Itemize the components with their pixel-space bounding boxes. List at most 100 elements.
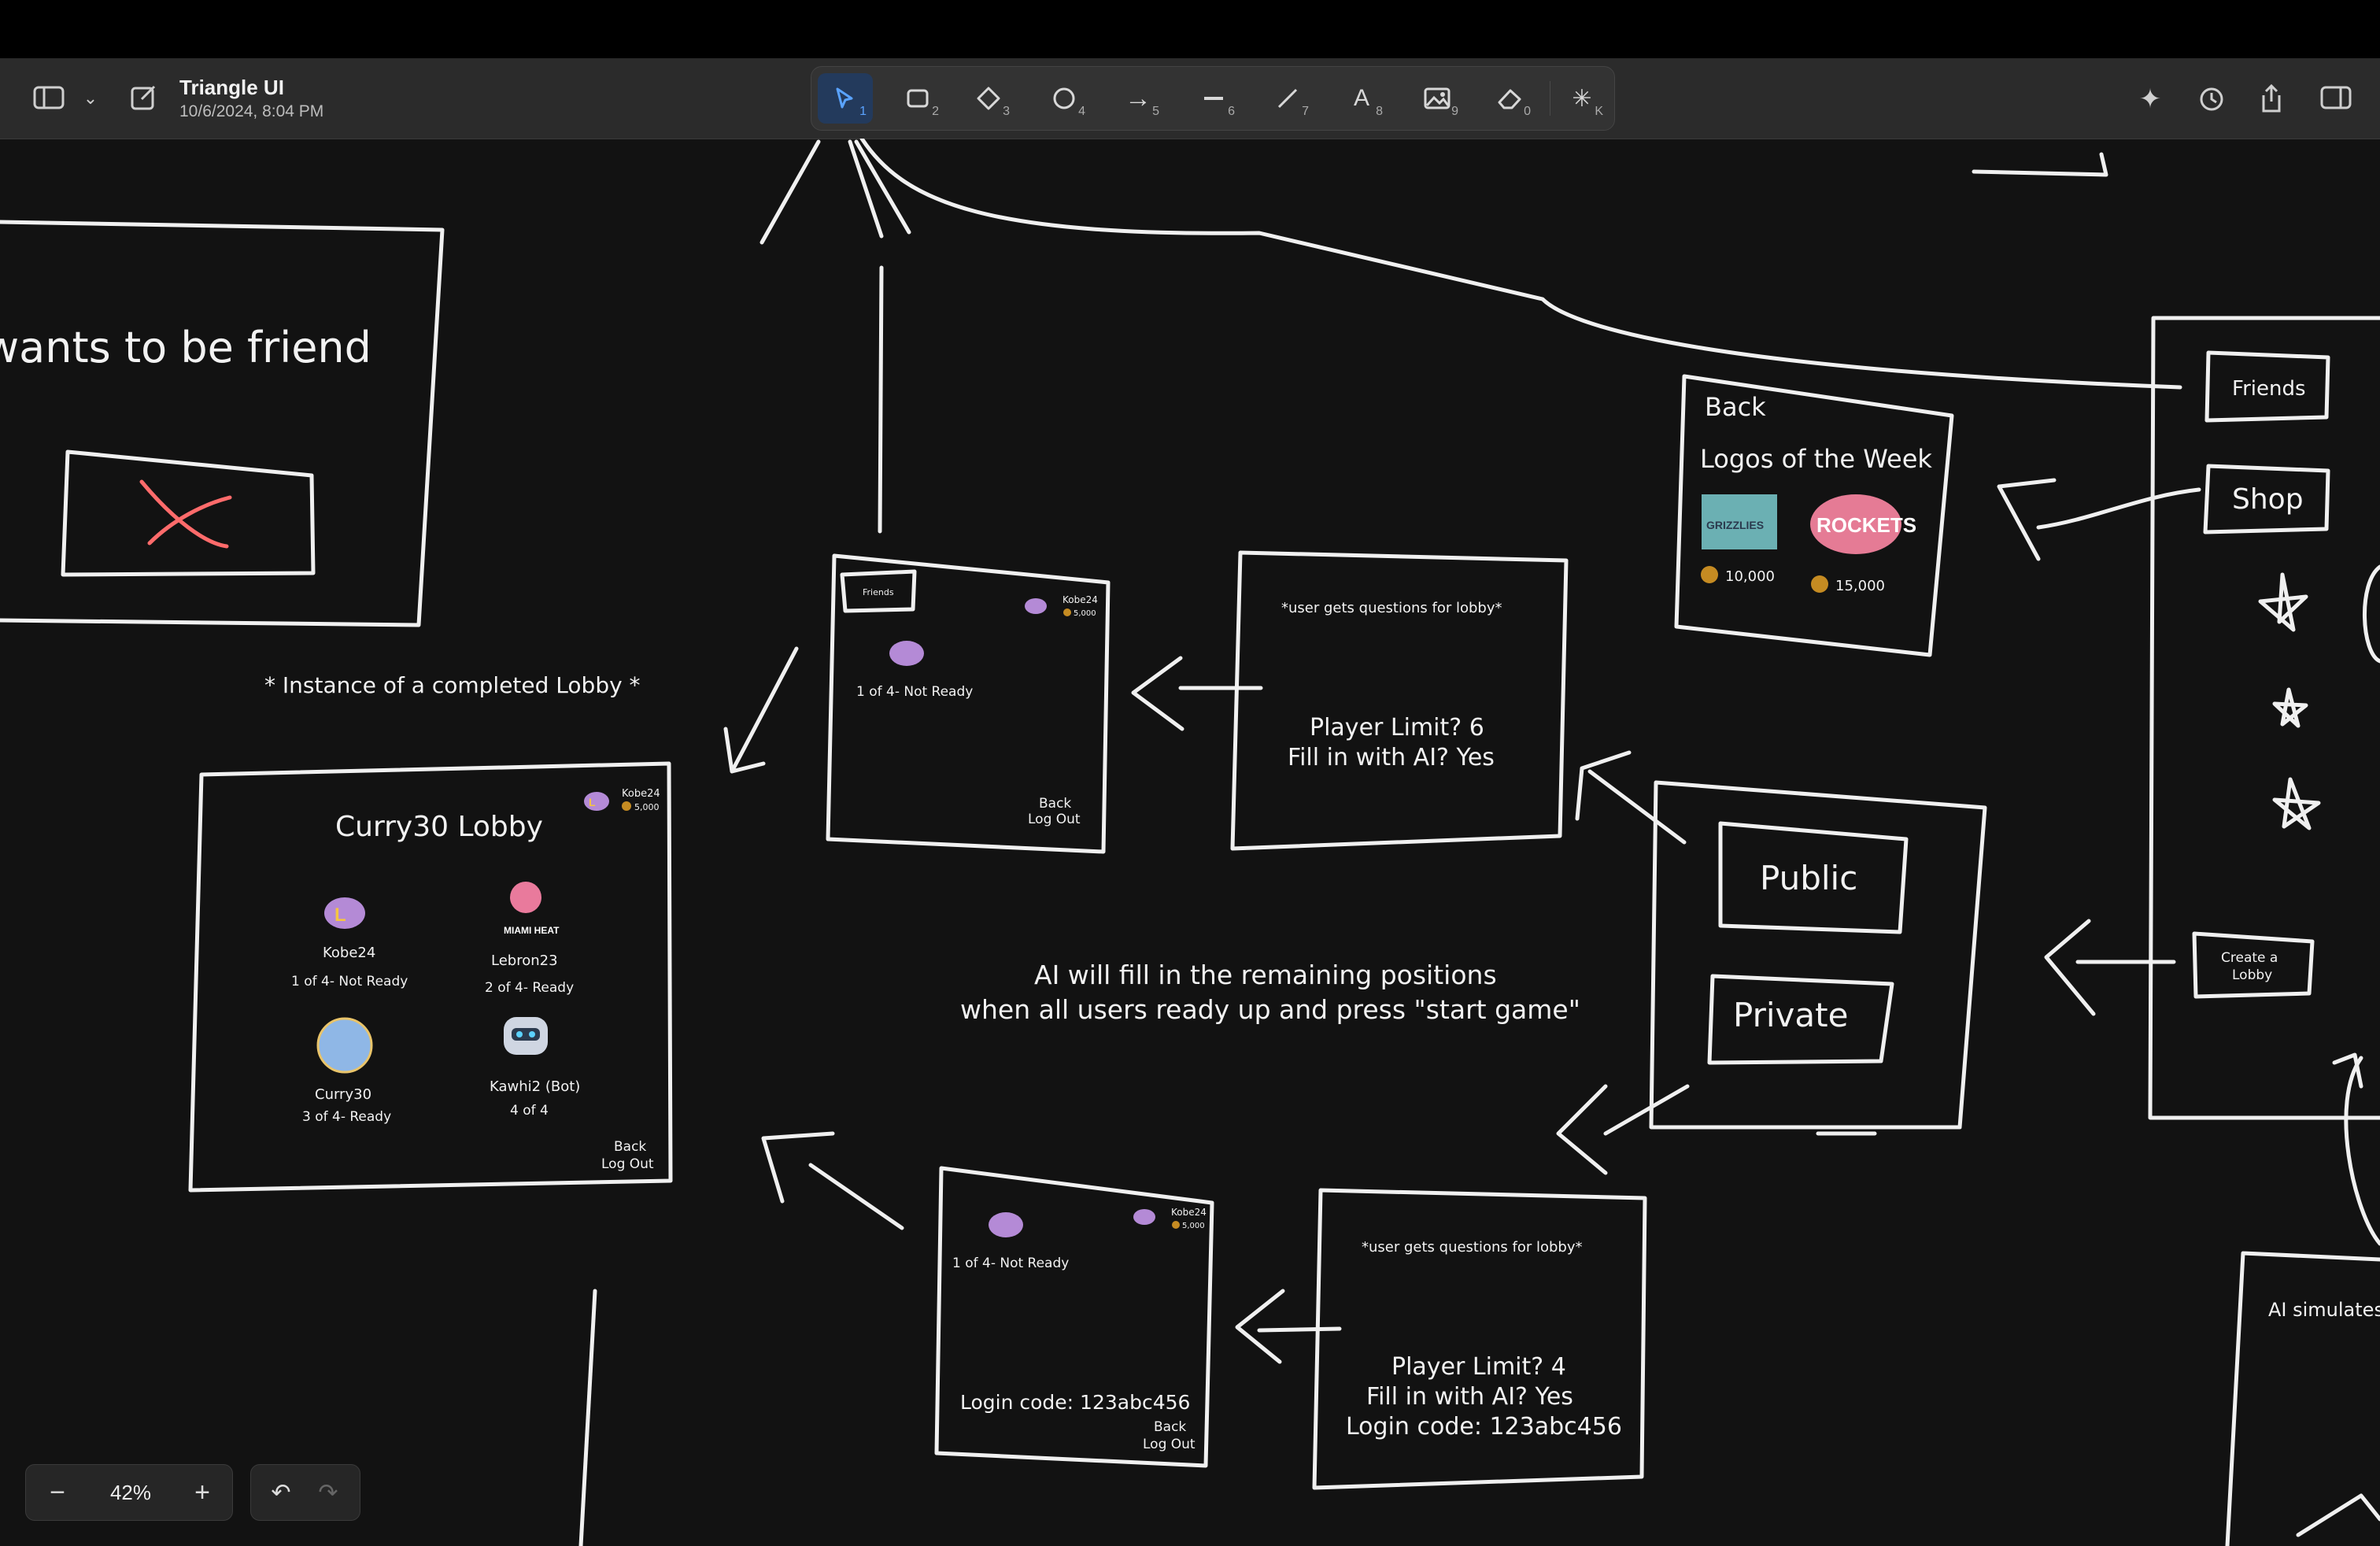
rectangle-icon [907,89,929,108]
pen-tool[interactable]: 7 [1260,73,1315,124]
tool-shortcut: 9 [1451,105,1458,118]
tool-shortcut: 0 [1524,105,1531,118]
svg-text:MIAMI HEAT: MIAMI HEAT [504,925,560,936]
arrow-shop [1997,478,2201,561]
lobby-coins: 5,000 [1182,1222,1205,1230]
scribble [2363,564,2380,664]
chevron-down-icon[interactable]: ⌄ [79,85,102,112]
friend-request-text: wants to be friend [0,323,371,372]
arrow-public-to-questions [1575,750,1687,845]
question-line: Login code: 123abc456 [1346,1413,1622,1441]
arrow-private-to-questions [1556,1084,1690,1175]
questions-header: *user gets questions for lobby* [1281,600,1502,616]
zoom-in-button[interactable]: + [179,1465,226,1520]
zoom-out-button[interactable]: − [34,1465,81,1520]
coin-icon [622,801,631,811]
shop-back-label: Back [1705,392,1766,422]
tool-shortcut: 2 [932,105,939,118]
lakers-logo-icon [1025,598,1047,614]
arrow-create-to-public [2044,919,2176,1016]
scribble [2344,1056,2380,1246]
inspector-panel-icon[interactable] [2317,82,2355,113]
share-icon[interactable] [2254,80,2289,117]
decline-x-icon [139,479,232,549]
svg-text:L: L [589,796,596,808]
tool-shortcut: 3 [1003,105,1010,118]
line-tool[interactable]: 6 [1186,73,1241,124]
scribble [2296,1493,2380,1537]
diamond-tool[interactable]: 3 [961,73,1016,124]
coin-icon [1063,608,1071,616]
tool-shortcut: 7 [1302,105,1309,118]
lobby-title: Curry30 Lobby [335,811,543,843]
logout-label: Log Out [601,1156,654,1172]
sidebar-toggle-icon[interactable] [30,82,68,113]
player-name: Lebron23 [491,952,558,969]
ai-sim-frame [2225,1251,2380,1546]
redo-icon[interactable]: ↷ [306,1465,350,1520]
menu-frame [2148,316,2380,1120]
player-status: 4 of 4 [510,1103,549,1119]
text-icon: A [1353,85,1369,111]
player-name: Curry30 [315,1086,371,1103]
lakers-logo-icon [989,1212,1023,1237]
history-icon[interactable] [2194,82,2229,117]
heat-logo-icon: MIAMI HEAT [504,882,560,936]
whiteboard-canvas[interactable]: wants to be friend ) * Instance of a com… [0,139,2380,1546]
warriors-logo-icon [316,1017,373,1074]
logout-label: Log Out [1028,812,1081,827]
undo-icon[interactable]: ↶ [259,1465,303,1520]
question-line: Fill in with AI? Yes [1288,744,1495,771]
magic-sparkle-icon[interactable]: ✦ [2133,82,2168,117]
rectangle-tool[interactable]: 2 [890,73,945,124]
ellipse-tool[interactable]: 4 [1037,73,1092,124]
arrow-questions-to-lobby-bottom [1235,1289,1342,1364]
diamond-icon [977,87,1000,110]
connector-line [859,139,2182,390]
document-title[interactable]: Triangle UI [179,76,284,100]
tool-shortcut: 1 [859,105,867,118]
connector-line [759,139,821,245]
image-tool[interactable]: 9 [1410,73,1465,124]
svg-text:L: L [334,904,346,926]
connector-line [578,1289,597,1546]
laser-tool[interactable]: ✳ K [1554,73,1609,124]
tool-shortcut: 8 [1376,105,1383,118]
lobby-coins: 5,000 [1074,609,1096,618]
zoom-level[interactable]: 42% [95,1465,166,1520]
new-note-icon[interactable] [126,82,161,113]
question-line: Player Limit? 4 [1391,1353,1566,1381]
player-status: 2 of 4- Ready [485,980,574,996]
lobby-username: Kobe24 [1171,1207,1207,1218]
back-label: Back [614,1139,646,1155]
star-scribble [2272,687,2308,728]
eraser-tool[interactable]: 0 [1482,73,1537,124]
shop-price: 15,000 [1835,578,1885,594]
shop-title: Logos of the Week [1700,444,1932,474]
ai-simulates-text: AI simulates [2268,1299,2380,1321]
cursor-icon [836,87,853,109]
lobby-username: Kobe24 [622,788,660,800]
lakers-logo-icon [1133,1209,1155,1225]
lakers-logo-icon [889,641,924,666]
star-scribble [2272,777,2321,830]
player-status: 1 of 4- Not Ready [291,974,408,989]
sketch-layer: wants to be friend ) * Instance of a com… [0,139,2380,1546]
select-tool[interactable]: 1 [818,73,873,124]
arrow-questions-to-lobby [1131,656,1263,731]
robot-avatar-icon [504,1017,548,1055]
lobby-username: Kobe24 [1062,594,1098,605]
grizzlies-logo-text: GRIZZLIES [1706,519,1764,531]
ai-note-line: when all users ready up and press "start… [960,994,1580,1025]
player-status: 3 of 4- Ready [302,1109,391,1125]
coin-icon [1811,575,1828,593]
public-private-frame [1649,780,1987,1130]
tool-shortcut: 4 [1078,105,1085,118]
menu-friends-label: Friends [2232,377,2306,401]
connector-line [878,265,884,534]
back-label: Back [1154,1419,1186,1435]
arrow-tool[interactable]: → 5 [1111,73,1166,124]
pen-icon [1277,88,1298,109]
text-tool[interactable]: A 8 [1334,73,1389,124]
menu-shop-label: Shop [2232,483,2304,516]
